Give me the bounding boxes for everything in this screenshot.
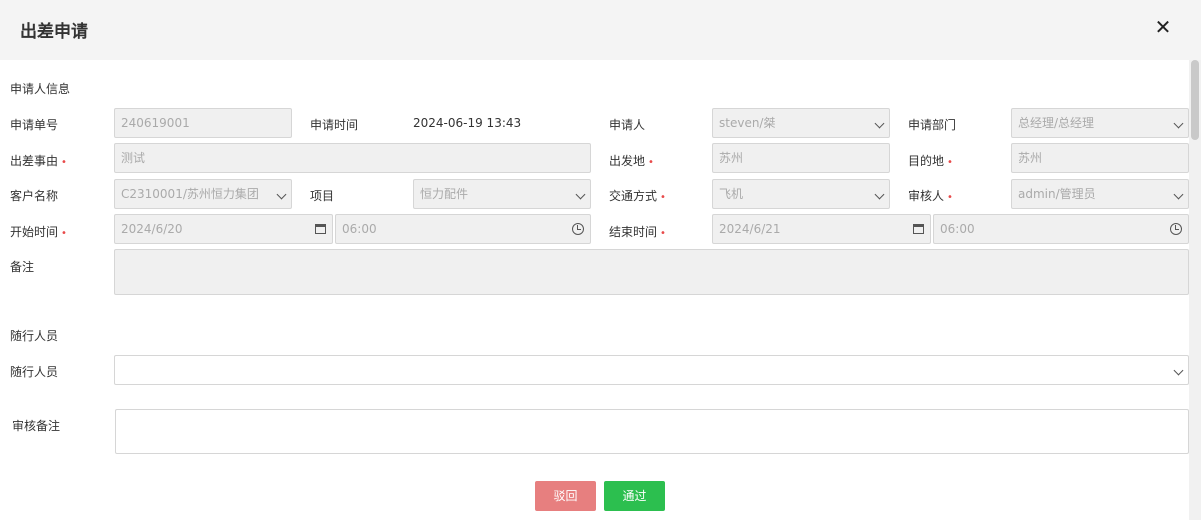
department-value: 总经理/总经理 [1018, 116, 1095, 130]
transport-select[interactable]: 飞机 [712, 179, 890, 209]
review-note-textarea[interactable] [115, 409, 1189, 454]
department-label: 申请部门 [908, 118, 957, 132]
companions-select[interactable] [114, 355, 1189, 385]
destination-input[interactable]: 苏州 [1011, 143, 1189, 173]
chevron-down-icon [874, 180, 885, 208]
start-time-value: 06:00 [342, 222, 377, 236]
review-note-label: 审核备注 [12, 419, 61, 433]
project-select[interactable]: 恒力配件 [413, 179, 591, 209]
required-mark: • [660, 228, 666, 239]
reason-value: 测试 [121, 151, 146, 165]
department-select[interactable]: 总经理/总经理 [1011, 108, 1189, 138]
required-mark: • [947, 192, 953, 203]
clock-icon[interactable] [572, 215, 584, 243]
end-date-input[interactable]: 2024/6/21 [712, 214, 931, 244]
chevron-down-icon [1173, 180, 1184, 208]
dialog-title: 出差申请 [20, 22, 88, 42]
customer-value: C2310001/苏州恒力集团 [121, 187, 259, 201]
companion-section-title: 随行人员 [10, 329, 59, 343]
calendar-icon[interactable] [913, 215, 924, 243]
reason-input[interactable]: 测试 [114, 143, 591, 173]
departure-input[interactable]: 苏州 [712, 143, 890, 173]
start-time-label: 开始时间 • [10, 225, 67, 239]
chevron-down-icon [575, 180, 586, 208]
applicant-label: 申请人 [609, 118, 646, 132]
customer-select[interactable]: C2310001/苏州恒力集团 [114, 179, 292, 209]
end-time-label: 结束时间 • [609, 225, 666, 239]
approve-button[interactable]: 通过 [604, 481, 665, 511]
chevron-down-icon [874, 109, 885, 137]
scrollbar-thumb[interactable] [1191, 60, 1199, 140]
request-time-label: 申请时间 [310, 118, 359, 132]
destination-value: 苏州 [1018, 151, 1043, 165]
departure-value: 苏州 [719, 151, 744, 165]
remarks-textarea[interactable] [114, 249, 1189, 295]
reviewer-select[interactable]: admin/管理员 [1011, 179, 1189, 209]
companions-label: 随行人员 [10, 365, 59, 379]
end-time-value: 06:00 [940, 222, 975, 236]
transport-value: 飞机 [719, 187, 744, 201]
request-time-value: 2024-06-19 13:43 [413, 116, 522, 130]
applicant-value: steven/桀 [719, 116, 776, 130]
destination-label: 目的地 • [908, 154, 953, 168]
project-value: 恒力配件 [420, 187, 469, 201]
dialog-header: 出差申请 ✕ [0, 0, 1201, 60]
clock-icon[interactable] [1170, 215, 1182, 243]
project-label: 项目 [310, 189, 335, 203]
applicant-section-title: 申请人信息 [10, 82, 71, 96]
reviewer-label: 审核人 • [908, 189, 953, 203]
chevron-down-icon [276, 180, 287, 208]
transport-label: 交通方式 • [609, 189, 666, 203]
request-no-value: 240619001 [121, 116, 190, 130]
departure-label: 出发地 • [609, 154, 654, 168]
request-no-field[interactable]: 240619001 [114, 108, 292, 138]
close-icon[interactable]: ✕ [1154, 16, 1172, 38]
start-date-input[interactable]: 2024/6/20 [114, 214, 333, 244]
required-mark: • [660, 192, 666, 203]
required-mark: • [648, 157, 654, 168]
remarks-label: 备注 [10, 260, 35, 274]
start-time-input[interactable]: 06:00 [335, 214, 591, 244]
reviewer-value: admin/管理员 [1018, 187, 1096, 201]
required-mark: • [947, 157, 953, 168]
reason-label: 出差事由 • [10, 154, 67, 168]
reject-button[interactable]: 驳回 [535, 481, 596, 511]
applicant-select[interactable]: steven/桀 [712, 108, 890, 138]
end-date-value: 2024/6/21 [719, 222, 781, 236]
scrollbar[interactable] [1189, 60, 1201, 520]
request-no-label: 申请单号 [10, 118, 59, 132]
customer-label: 客户名称 [10, 189, 59, 203]
chevron-down-icon [1173, 356, 1184, 384]
required-mark: • [61, 157, 67, 168]
end-time-input[interactable]: 06:00 [933, 214, 1189, 244]
start-date-value: 2024/6/20 [121, 222, 183, 236]
required-mark: • [61, 228, 67, 239]
calendar-icon[interactable] [315, 215, 326, 243]
chevron-down-icon [1173, 109, 1184, 137]
